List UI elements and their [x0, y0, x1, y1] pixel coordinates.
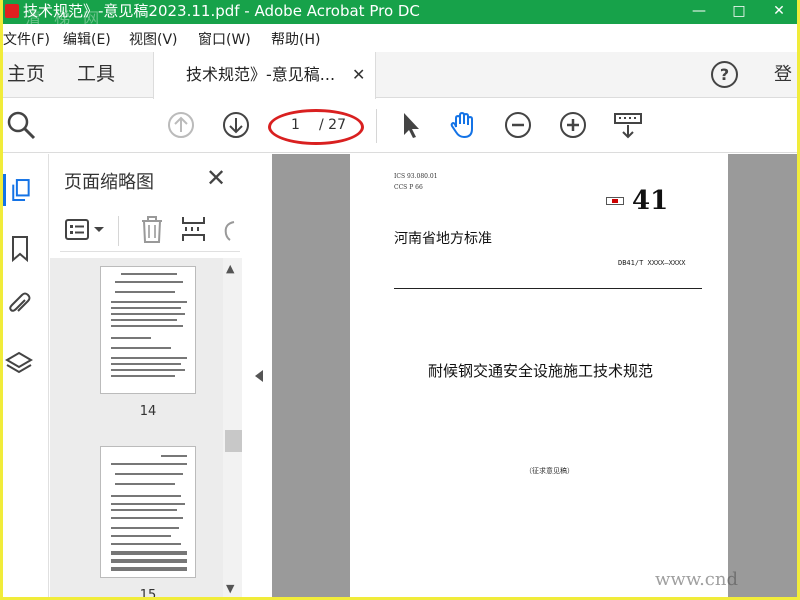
menu-window[interactable]: 窗口(W): [198, 28, 251, 52]
hand-icon[interactable]: [447, 109, 479, 141]
province-standard: 河南省地方标准: [394, 231, 492, 247]
menu-file[interactable]: 文件(F): [3, 28, 50, 52]
collapse-panel-handle[interactable]: [249, 154, 272, 597]
thumbnails-panel: 页面缩略图 ✕ 14 15 ▲ ▼: [50, 154, 249, 597]
pdf-page: ICS 93.080.01 CCS P 66 41 河南省地方标准 DB41/T…: [350, 154, 728, 597]
zoom-in-icon[interactable]: [557, 109, 589, 141]
document-title: 耐候钢交通安全设施施工技术规范: [428, 362, 654, 380]
tab-bar: 主页 工具 技术规范》-意见稿... ✕ ? 登: [3, 52, 797, 99]
collapse-arrow-icon[interactable]: [255, 370, 263, 382]
bookmark-icon[interactable]: [3, 232, 35, 264]
db-number: DB41/T XXXX—XXXX: [618, 259, 686, 267]
help-icon[interactable]: ?: [711, 61, 738, 88]
thumbnail-page-number: 14: [139, 404, 157, 419]
zoom-out-icon[interactable]: [502, 109, 534, 141]
tab-tools[interactable]: 工具: [77, 52, 115, 98]
acrobat-window: 清 梯 网 技术规范》-意见稿2023.11.pdf - Adobe Acrob…: [3, 0, 797, 597]
draft-note: （征求意见稿）: [525, 467, 574, 475]
header-rule: [394, 288, 702, 289]
page-thumbnails-icon[interactable]: [3, 174, 35, 206]
annotation-red-ellipse: [268, 109, 364, 145]
thumbnail-scrollbar[interactable]: ▲ ▼: [223, 258, 242, 597]
page-up-icon[interactable]: [165, 109, 197, 141]
thumbnail-page-number: 15: [139, 588, 157, 597]
insert-page-icon[interactable]: [180, 214, 208, 244]
page-thumbnail[interactable]: [100, 446, 196, 578]
search-icon[interactable]: [5, 109, 37, 141]
menu-view[interactable]: 视图(V): [129, 28, 178, 52]
document-viewer: ICS 93.080.01 CCS P 66 41 河南省地方标准 DB41/T…: [272, 154, 797, 597]
menu-help[interactable]: 帮助(H): [271, 28, 320, 52]
page-down-icon[interactable]: [220, 109, 252, 141]
select-arrow-icon[interactable]: [395, 109, 427, 141]
window-title: 技术规范》-意见稿2023.11.pdf - Adobe Acrobat Pro…: [23, 2, 420, 20]
toolbar-divider: [376, 109, 377, 143]
title-bar: 清 梯 网 技术规范》-意见稿2023.11.pdf - Adobe Acrob…: [3, 0, 797, 28]
panel-title: 页面缩略图: [64, 172, 154, 193]
sign-in-button[interactable]: 登: [774, 52, 792, 98]
close-window-button[interactable]: ✕: [759, 0, 797, 24]
minimize-button[interactable]: —: [679, 0, 719, 24]
toolbar: 1 / 27: [3, 99, 797, 153]
panel-divider: [118, 216, 119, 246]
attachment-icon[interactable]: [3, 288, 35, 320]
rotate-icon[interactable]: [220, 216, 238, 244]
maximize-button[interactable]: □: [719, 0, 759, 24]
ccs-code: CCS P 66: [394, 184, 423, 191]
ics-code: ICS 93.080.01: [394, 173, 438, 180]
scroll-up-arrow[interactable]: ▲: [226, 262, 234, 275]
menu-edit[interactable]: 编辑(E): [63, 28, 111, 52]
panel-toolbar: [60, 212, 240, 252]
menu-bar: 文件(F) 编辑(E) 视图(V) 窗口(W) 帮助(H): [3, 28, 797, 52]
acrobat-app-icon: [5, 4, 19, 18]
thumbnail-options-icon[interactable]: [64, 218, 108, 242]
tab-home[interactable]: 主页: [7, 52, 45, 98]
trash-icon[interactable]: [138, 214, 166, 244]
layers-icon[interactable]: [3, 348, 35, 380]
tab-document[interactable]: 技术规范》-意见稿... ✕: [153, 52, 376, 99]
page-thumbnail[interactable]: [100, 266, 196, 394]
left-rail: [3, 154, 49, 597]
footer-watermark: www.cnd: [655, 569, 739, 590]
close-panel-icon[interactable]: ✕: [206, 164, 226, 192]
standard-emblem: [606, 197, 624, 205]
scroll-mode-icon[interactable]: [612, 109, 644, 141]
scroll-down-arrow[interactable]: ▼: [226, 582, 234, 595]
tab-document-label: 技术规范》-意见稿...: [186, 65, 336, 84]
standard-number: 41: [632, 186, 669, 216]
scrollbar-thumb[interactable]: [225, 430, 242, 452]
close-tab-icon[interactable]: ✕: [352, 52, 365, 98]
thumbnail-list: 14 15: [50, 258, 236, 597]
